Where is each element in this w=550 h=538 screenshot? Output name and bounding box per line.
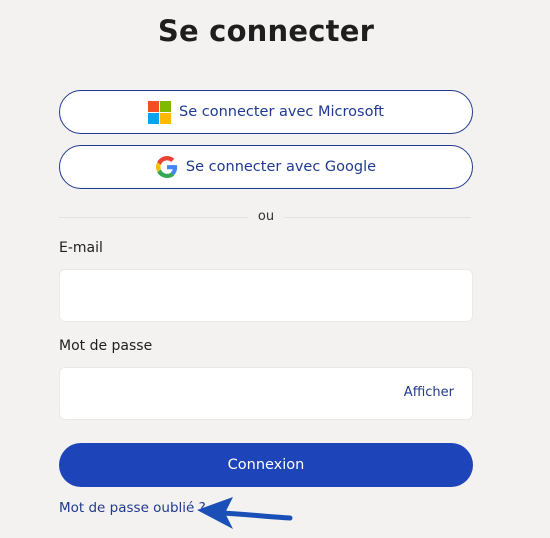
google-signin-button[interactable]: Se connecter avec Google: [59, 145, 473, 189]
google-signin-label: Se connecter avec Google: [185, 159, 377, 175]
forgot-password-link[interactable]: Mot de passe oublié ?: [59, 500, 206, 516]
email-field[interactable]: [60, 270, 472, 321]
password-field-container: Afficher: [59, 367, 473, 420]
google-logo-icon: [155, 156, 178, 178]
email-label: E-mail: [59, 240, 103, 256]
email-field-container: [59, 269, 473, 322]
microsoft-signin-button[interactable]: Se connecter avec Microsoft: [59, 90, 473, 134]
login-button[interactable]: Connexion: [59, 443, 473, 487]
microsoft-logo-icon: [148, 100, 171, 124]
page-title: Se connecter: [157, 14, 375, 48]
or-separator: ou: [248, 209, 284, 224]
show-password-button[interactable]: Afficher: [404, 385, 454, 400]
blue-arrow-icon: [197, 497, 293, 529]
microsoft-signin-label: Se connecter avec Microsoft: [179, 104, 384, 120]
password-label: Mot de passe: [59, 338, 153, 354]
